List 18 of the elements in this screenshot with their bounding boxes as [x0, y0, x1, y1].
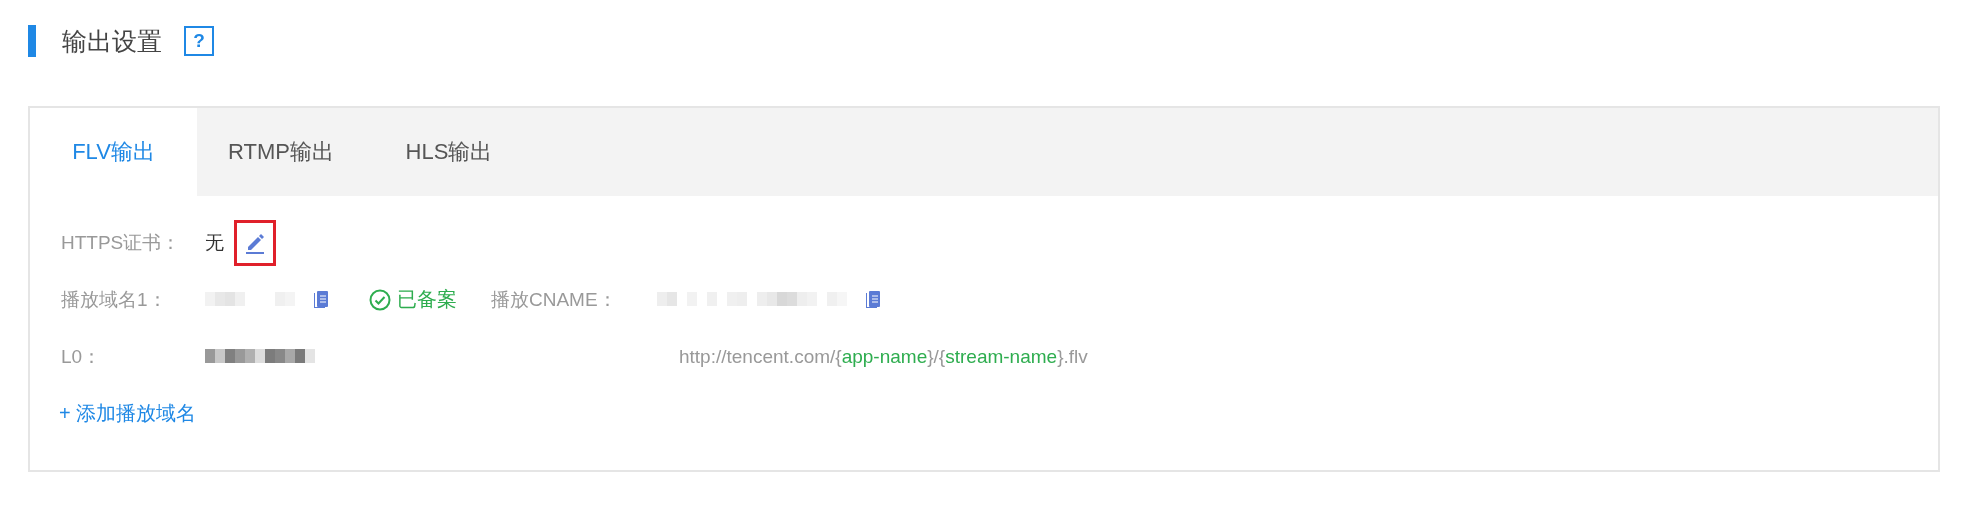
field-label: HTTPS证书：: [61, 230, 182, 255]
field-label: 播放域名1：: [61, 287, 168, 312]
add-domain-link[interactable]: + 添加播放域名: [59, 400, 197, 427]
tab[interactable]: HLS输出: [365, 108, 533, 196]
tab[interactable]: FLV输出: [30, 108, 197, 196]
status-text: 已备案: [397, 287, 457, 312]
field-label: L0：: [61, 344, 103, 369]
check-circle-icon: [369, 288, 391, 311]
field-value: 无: [205, 230, 224, 255]
url-template: http://tencent.com/{app-name}/{stream-name}.flv: [679, 345, 1088, 368]
copy-icon[interactable]: [864, 289, 881, 310]
tab[interactable]: RTMP输出: [197, 108, 365, 196]
section-marker: [28, 25, 36, 57]
help-icon[interactable]: ?: [184, 26, 214, 56]
copy-icon[interactable]: [313, 289, 329, 310]
edit-button[interactable]: [234, 219, 276, 266]
section-title: 输出设置: [62, 25, 162, 57]
field-label: 播放CNAME：: [491, 287, 617, 312]
